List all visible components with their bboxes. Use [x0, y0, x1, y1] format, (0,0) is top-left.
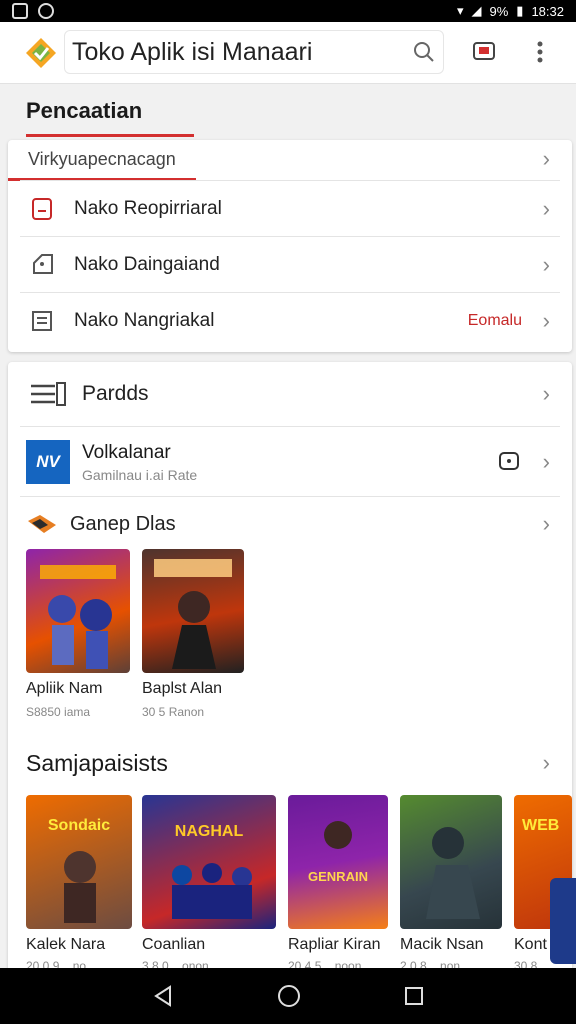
app-toolbar: Toko Aplik isi Manaari [0, 22, 576, 84]
recents-icon[interactable] [404, 986, 424, 1006]
game-art-1 [154, 559, 232, 669]
message-icon [473, 42, 495, 60]
game-thumb-1[interactable] [142, 549, 244, 673]
menu-item-label: Nako Reopirriaral [74, 198, 222, 219]
app-logo-text: NV [36, 452, 60, 471]
game-thumb-0[interactable] [26, 549, 130, 673]
app-row[interactable]: NV Volkalanar Gamilnau i.ai Rate › [8, 427, 572, 497]
system-nav-bar [0, 968, 576, 1024]
chevron-right-icon: › [542, 381, 550, 406]
chevron-right-icon: › [542, 449, 550, 474]
game-title-0: Apliik Nam [26, 680, 103, 697]
device-icon [28, 195, 56, 223]
menu-item-1[interactable]: Nako Daingaiand › [8, 237, 572, 293]
search-hint-text: Virkyuapecnacagn [28, 148, 176, 169]
status-right: ▾ ◢ 9% ▮ 18:32 [457, 3, 564, 19]
game-art-0 [40, 565, 116, 669]
notification-icons [12, 3, 54, 19]
row2-thumb-3[interactable] [400, 795, 502, 929]
tag-icon [28, 251, 56, 279]
row2-title-2: Rapliar Kiran [288, 936, 381, 953]
row2-art-text-4: WEB [522, 817, 560, 834]
wifi-icon: ▾ [456, 3, 464, 18]
battery-percent: 9% [489, 3, 509, 19]
row2-art-text-2: GENRAIN [308, 869, 368, 884]
menu-item-2[interactable]: Nako Nangriakal Eomalu › [8, 293, 572, 349]
row2-art-3 [426, 827, 480, 919]
games-header-row[interactable]: Ganep Dlas › [8, 502, 572, 546]
heading-underline [26, 134, 194, 137]
game-subtitle-0: S8850 iama [26, 705, 91, 719]
divider [20, 496, 560, 497]
floating-side-tab[interactable] [550, 878, 576, 964]
row2-art-1 [172, 863, 252, 919]
game-subtitle-1: 30 5 Ranon [142, 705, 205, 719]
app-notification-icon [38, 3, 54, 19]
row2-thumb-1[interactable]: NAGHAL [142, 795, 276, 929]
image-notification-icon [12, 3, 28, 19]
messages-button[interactable] [468, 36, 500, 68]
chevron-right-icon[interactable]: › [543, 750, 550, 776]
home-icon[interactable] [277, 984, 301, 1008]
status-bar: ▾ ◢ 9% ▮ 18:32 [0, 0, 576, 22]
menu-card: Virkyuapecnacagn › Nako Reopirriaral › N… [8, 140, 572, 352]
row2-art-text-1: NAGHAL [174, 823, 244, 840]
menu-item-badge: Eomalu [467, 312, 522, 329]
more-vert-icon [537, 41, 543, 63]
search-button[interactable] [408, 36, 440, 68]
row2-title-3: Macik Nsan [400, 936, 484, 953]
search-hint-row[interactable]: Virkyuapecnacagn › [8, 140, 572, 178]
row2-title-0: Kalek Nara [26, 936, 106, 953]
chevron-right-icon: › [542, 511, 550, 536]
menu-item-0[interactable]: Nako Reopirriaral › [8, 181, 572, 237]
search-icon [414, 42, 434, 62]
row2-thumb-2[interactable]: GENRAIN [288, 795, 388, 929]
battery-icon: ▮ [516, 3, 524, 18]
chevron-right-icon: › [542, 196, 550, 221]
list-icon [28, 380, 68, 408]
games-header: Ganep Dlas [70, 512, 176, 535]
menu-item-label: Nako Nangriakal [74, 310, 215, 331]
menu-item-label: Nako Daingaiand [74, 254, 220, 275]
store-logo-icon [26, 37, 56, 68]
app-row-text: Volkalanar Gamilnau i.ai Rate [82, 442, 197, 483]
row2-title-4: Kont [514, 936, 547, 953]
app-logo: NV [26, 440, 70, 484]
feed-card: Pardds › NV Volkalanar Gamilnau i.ai Rat… [8, 362, 572, 1002]
signal-icon: ◢ [471, 3, 482, 18]
chevron-right-icon: › [542, 308, 550, 333]
row2-art-text-0: Sondaic [47, 817, 111, 834]
back-icon[interactable] [152, 985, 174, 1007]
search-bar[interactable] [64, 30, 444, 74]
section-heading: Pencaatian [26, 98, 143, 123]
overflow-menu-button[interactable] [528, 36, 552, 68]
chevron-right-icon: › [542, 146, 550, 171]
row2-art-2 [324, 821, 352, 849]
game-controller-icon [28, 515, 56, 533]
game-title-1: Baplst Alan [142, 680, 223, 697]
row2-art-0 [64, 851, 96, 923]
chevron-right-icon: › [542, 252, 550, 277]
document-icon [28, 307, 56, 335]
row2-thumb-0[interactable]: Sondaic [26, 795, 132, 929]
clock: 18:32 [531, 3, 564, 19]
app-subtitle: Gamilnau i.ai Rate [82, 466, 198, 483]
row2-title-1: Coanlian [142, 936, 206, 953]
pardds-row[interactable]: Pardds › [8, 362, 572, 426]
chat-icon[interactable] [498, 451, 520, 473]
pardds-label: Pardds [82, 382, 149, 405]
section2-title: Samjapaisists [26, 750, 168, 776]
app-name: Volkalanar [82, 441, 171, 463]
